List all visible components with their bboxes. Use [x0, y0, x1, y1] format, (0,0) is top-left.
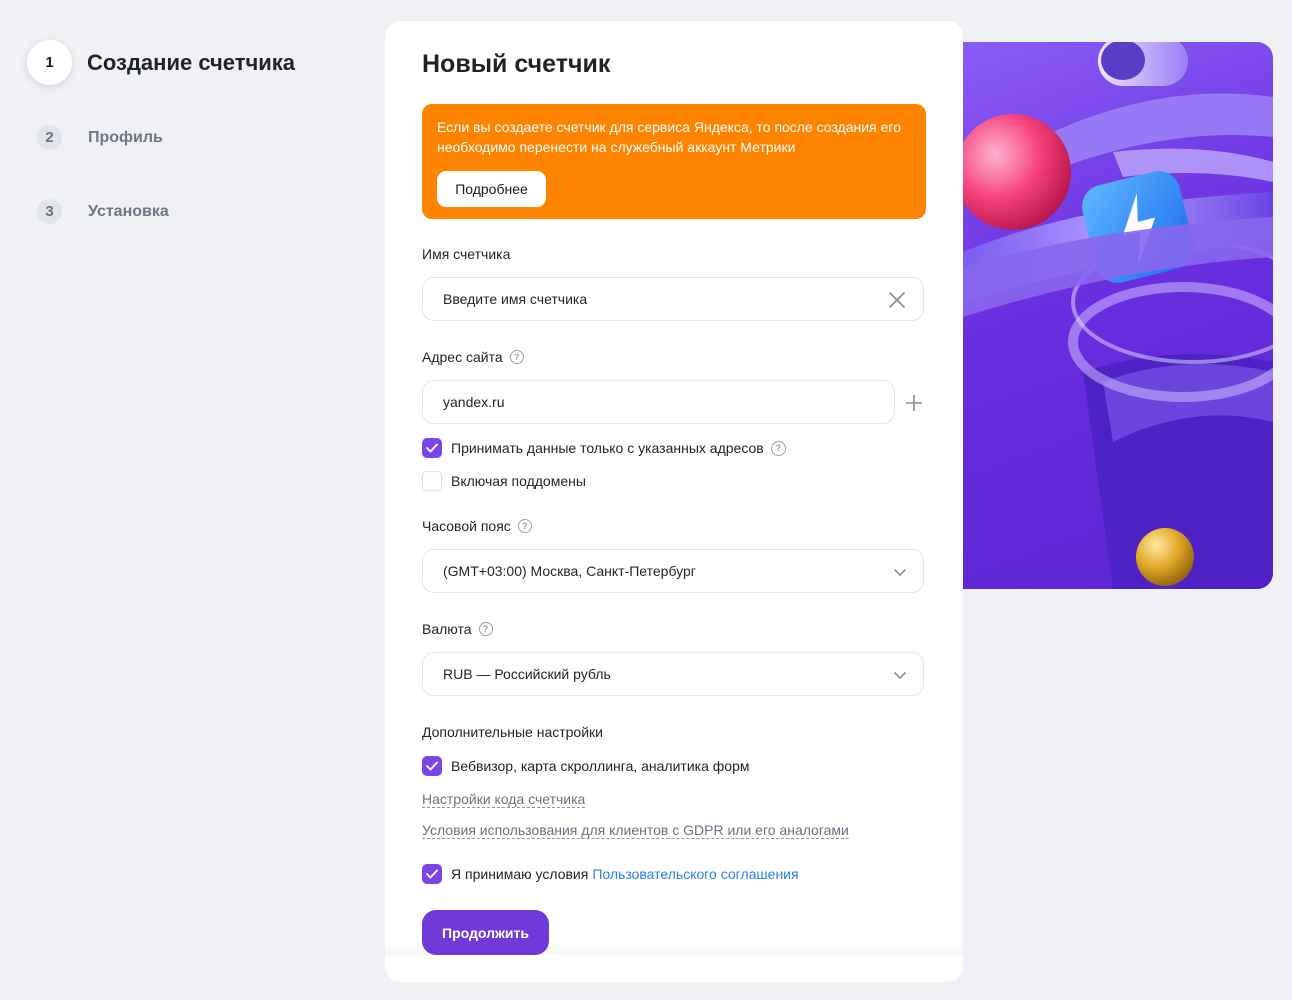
step-label: Установка	[88, 202, 169, 220]
step-profile: 2 Профиль	[37, 125, 163, 150]
additional-settings-label-text: Дополнительные настройки	[422, 724, 603, 740]
webvisor-label: Вебвизор, карта скроллинга, аналитика фо…	[451, 758, 750, 774]
site-address-value: yandex.ru	[443, 394, 505, 410]
help-icon[interactable]: ?	[509, 350, 524, 364]
timezone-value: (GMT+03:00) Москва, Санкт-Петербург	[443, 563, 696, 579]
agreement-checkbox[interactable]	[422, 864, 442, 884]
currency-label-text: Валюта	[422, 621, 472, 637]
new-counter-form: Новый счетчик Если вы создаете счетчик д…	[385, 21, 963, 982]
help-icon[interactable]: ?	[517, 519, 532, 533]
checkmark-icon	[426, 761, 438, 771]
site-address-label: Адрес сайта ?	[422, 349, 524, 365]
help-icon[interactable]: ?	[770, 440, 786, 456]
subdomains-checkbox-row[interactable]: Включая поддомены	[422, 471, 586, 491]
timezone-label: Часовой пояс ?	[422, 518, 532, 534]
site-address-label-text: Адрес сайта	[422, 349, 503, 365]
currency-value: RUB — Российский рубль	[443, 666, 611, 682]
additional-settings-label: Дополнительные настройки	[422, 724, 603, 740]
step-label: Профиль	[88, 128, 163, 146]
chevron-down-icon	[894, 569, 906, 577]
banner-text: Если вы создаете счетчик для сервиса Янд…	[437, 119, 901, 155]
step-installation: 3 Установка	[37, 199, 169, 224]
continue-button[interactable]: Продолжить	[422, 910, 549, 955]
page-title: Новый счетчик	[422, 50, 611, 78]
more-details-button[interactable]: Подробнее	[437, 171, 546, 207]
decorative-illustration	[963, 42, 1273, 589]
abstract-3d-illustration	[963, 42, 1273, 589]
counter-name-label: Имя счетчика	[422, 246, 510, 262]
checkmark-icon	[426, 443, 438, 453]
agreement-text: Я принимаю условия	[451, 866, 589, 882]
help-icon[interactable]: ?	[478, 622, 493, 636]
step-number: 2	[37, 125, 62, 150]
counter-name-placeholder: Введите имя счетчика	[443, 291, 588, 307]
agreement-checkbox-row[interactable]: Я принимаю условия Пользовательского сог…	[422, 864, 799, 884]
info-banner: Если вы создаете счетчик для сервиса Янд…	[422, 104, 926, 219]
plus-icon[interactable]	[904, 393, 924, 413]
step-create-counter: 1 Создание счетчика	[27, 40, 295, 85]
close-icon[interactable]	[888, 291, 906, 309]
subdomains-checkbox[interactable]	[422, 471, 442, 491]
site-address-input[interactable]: yandex.ru	[422, 380, 895, 424]
step-label: Создание счетчика	[87, 49, 296, 75]
currency-select[interactable]: RUB — Российский рубль	[422, 652, 924, 696]
gdpr-terms-link[interactable]: Условия использования для клиентов с GDP…	[422, 822, 849, 839]
timezone-select[interactable]: (GMT+03:00) Москва, Санкт-Петербург	[422, 549, 924, 593]
counter-name-input[interactable]: Введите имя счетчика	[422, 277, 924, 321]
timezone-label-text: Часовой пояс	[422, 518, 511, 534]
subdomains-label: Включая поддомены	[451, 473, 586, 489]
webvisor-checkbox[interactable]	[422, 756, 442, 776]
counter-name-label-text: Имя счетчика	[422, 246, 511, 262]
only-listed-label: Принимать данные только с указанных адре…	[451, 440, 764, 456]
currency-label: Валюта ?	[422, 621, 493, 637]
step-number: 1	[27, 40, 72, 85]
only-listed-checkbox-row[interactable]: Принимать данные только с указанных адре…	[422, 438, 786, 458]
step-number: 3	[37, 199, 62, 224]
only-listed-checkbox[interactable]	[422, 438, 442, 458]
code-settings-link[interactable]: Настройки кода счетчика	[422, 791, 586, 808]
checkmark-icon	[426, 869, 438, 879]
webvisor-checkbox-row[interactable]: Вебвизор, карта скроллинга, аналитика фо…	[422, 756, 749, 776]
user-agreement-link[interactable]: Пользовательского соглашения	[592, 866, 798, 882]
chevron-down-icon	[894, 672, 906, 680]
